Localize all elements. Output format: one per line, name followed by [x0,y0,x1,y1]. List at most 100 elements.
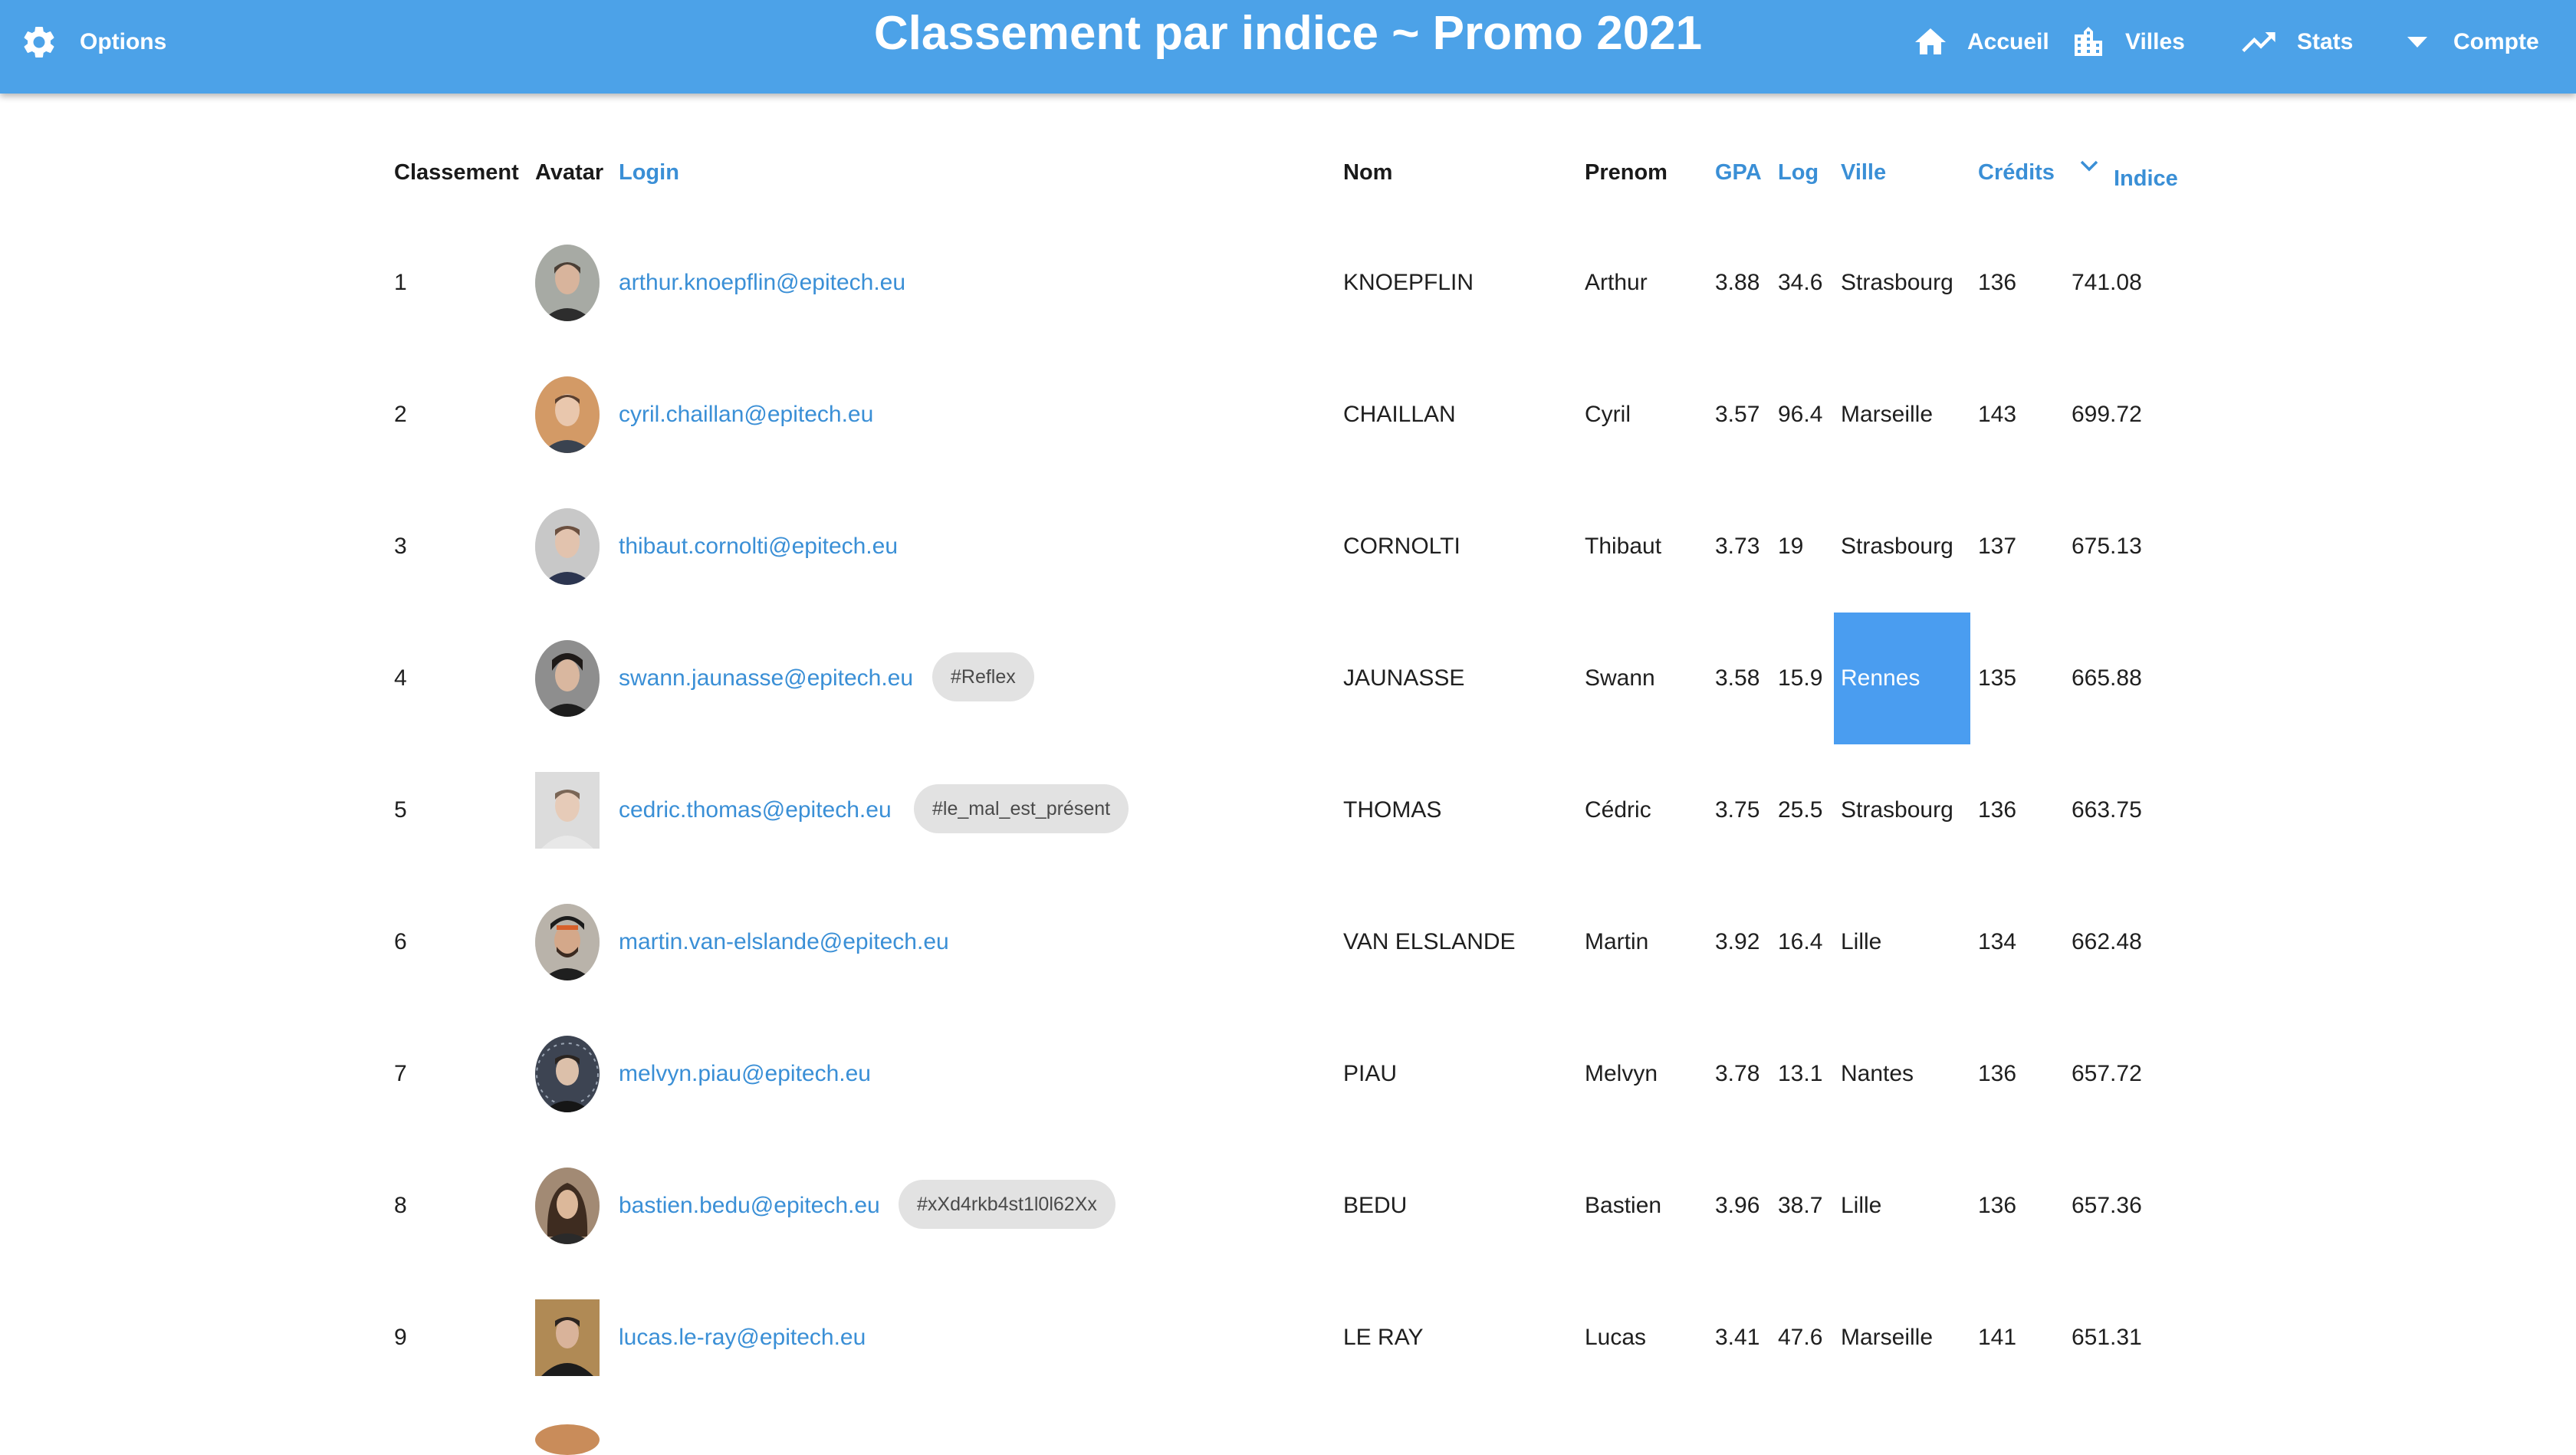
table-row[interactable]: 6 martin.van-elslande@epitech.eu VAN ELS… [0,876,2576,1008]
nom-cell: BEDU [1343,1193,1408,1218]
login-link[interactable]: swann.jaunasse@epitech.eu [619,613,913,744]
city-icon [2075,27,2102,56]
indice-cell: 675.13 [2072,534,2142,559]
avatar [535,904,600,980]
login-link[interactable]: arthur.knoepflin@epitech.eu [619,217,905,349]
col-indice[interactable]: Indice [2114,144,2178,213]
log-cell: 19 [1778,534,1804,559]
prenom-cell: Melvyn [1585,1061,1658,1086]
nav-stats[interactable]: Stats [2239,0,2353,84]
nav-stats-label: Stats [2297,29,2354,54]
top-app-bar: Options Classement par indice ~ Promo 20… [0,0,2576,94]
table-row[interactable]: 8 bastien.bedu@epitech.eu #xXd4rkb4st1l0… [0,1140,2576,1272]
trending-up-icon [2242,32,2275,52]
credits-cell: 136 [1978,797,2017,823]
credits-cell: 134 [1978,929,2017,954]
avatar [535,376,600,453]
prenom-cell: Lucas [1585,1325,1647,1350]
ville-cell[interactable]: Nantes [1841,1008,1914,1140]
nav-accueil[interactable]: Accueil [1912,0,2049,84]
col-log[interactable]: Log [1778,138,1819,207]
table-row[interactable]: 5 cedric.thomas@epitech.eu #le_mal_est_p… [0,744,2576,876]
rank-cell: 4 [394,665,407,691]
login-link[interactable]: lucas.le-ray@epitech.eu [619,1272,866,1404]
sort-descending-icon[interactable] [2079,159,2099,173]
col-ville[interactable]: Ville [1841,138,1886,207]
ville-cell[interactable]: Marseille [1841,1272,1933,1404]
log-cell: 13.1 [1778,1061,1823,1086]
ville-cell[interactable]: Marseille [1841,349,1933,481]
rank-cell: 2 [394,402,407,427]
nom-cell: THOMAS [1343,797,1442,823]
col-credits[interactable]: Crédits [1978,138,2055,207]
user-tag: #xXd4rkb4st1l0l62Xx [899,1180,1116,1229]
login-link[interactable]: cedric.thomas@epitech.eu [619,744,892,876]
prenom-cell: Arthur [1585,270,1648,295]
indice-cell: 741.08 [2072,270,2142,295]
ville-cell[interactable]: Strasbourg [1841,744,1953,876]
login-link[interactable]: melvyn.piau@epitech.eu [619,1008,871,1140]
gpa-cell: 3.75 [1715,797,1760,823]
col-prenom: Prenom [1585,159,1668,185]
nav-villes-label: Villes [2125,29,2185,54]
prenom-cell: Swann [1585,665,1655,691]
table-row[interactable]: 4 swann.jaunasse@epitech.eu #Reflex JAUN… [0,613,2576,744]
avatar [535,1424,600,1455]
col-login[interactable]: Login [619,138,679,207]
log-cell: 15.9 [1778,665,1823,691]
indice-cell: 699.72 [2072,402,2142,427]
nom-cell: LE RAY [1343,1325,1424,1350]
prenom-cell: Cédric [1585,797,1651,823]
avatar [535,1036,600,1112]
rank-cell: 5 [394,797,407,823]
ville-cell[interactable]: Rennes [1841,613,1920,744]
gear-icon [24,26,54,57]
table-row[interactable]: 7 melvyn.piau@epitech.eu PIAU Melvyn 3.7… [0,1008,2576,1140]
credits-cell: 136 [1978,1061,2017,1086]
login-link[interactable]: bastien.bedu@epitech.eu [619,1140,880,1272]
nom-cell: JAUNASSE [1343,665,1465,691]
gpa-cell: 3.78 [1715,1061,1760,1086]
avatar [535,640,600,717]
table-row[interactable]: 3 thibaut.cornolti@epitech.eu CORNOLTI T… [0,481,2576,613]
indice-cell: 663.75 [2072,797,2142,823]
indice-cell: 651.31 [2072,1325,2142,1350]
log-cell: 96.4 [1778,402,1823,427]
login-link[interactable]: thibaut.cornolti@epitech.eu [619,481,898,613]
table-row[interactable]: 2 cyril.chaillan@epitech.eu CHAILLAN Cyr… [0,349,2576,481]
page-title: Classement par indice ~ Promo 2021 [873,6,1703,60]
rank-cell: 6 [394,929,407,954]
gpa-cell: 3.57 [1715,402,1760,427]
login-link[interactable]: cyril.chaillan@epitech.eu [619,349,873,481]
nav-villes[interactable]: Villes [2070,0,2185,84]
credits-cell: 135 [1978,665,2017,691]
log-cell: 38.7 [1778,1193,1823,1218]
avatar [535,245,600,321]
home-icon [1915,28,1946,54]
credits-cell: 136 [1978,270,2017,295]
options-label: Options [80,29,167,54]
col-nom: Nom [1343,159,1393,185]
credits-cell: 141 [1978,1325,2017,1350]
indice-cell: 665.88 [2072,665,2142,691]
login-link[interactable]: martin.van-elslande@epitech.eu [619,876,949,1008]
prenom-cell: Thibaut [1585,534,1662,559]
ville-cell[interactable]: Strasbourg [1841,481,1953,613]
prenom-cell: Bastien [1585,1193,1662,1218]
table-row[interactable]: 9 lucas.le-ray@epitech.eu LE RAY Lucas 3… [0,1272,2576,1404]
gpa-cell: 3.73 [1715,534,1760,559]
options-button[interactable]: Options [20,0,166,84]
nav-compte[interactable]: Compte [2407,0,2539,84]
ville-cell[interactable]: Strasbourg [1841,217,1953,349]
avatar [535,508,600,585]
table-row[interactable]: 1 arthur.knoepflin@epitech.eu KNOEPFLIN … [0,217,2576,349]
nom-cell: VAN ELSLANDE [1343,929,1516,954]
col-gpa[interactable]: GPA [1715,138,1762,207]
gpa-cell: 3.41 [1715,1325,1760,1350]
avatar [535,772,600,849]
log-cell: 34.6 [1778,270,1823,295]
rank-cell: 1 [394,270,407,295]
rank-cell: 9 [394,1325,407,1350]
ville-cell[interactable]: Lille [1841,1140,1881,1272]
ville-cell[interactable]: Lille [1841,876,1881,1008]
